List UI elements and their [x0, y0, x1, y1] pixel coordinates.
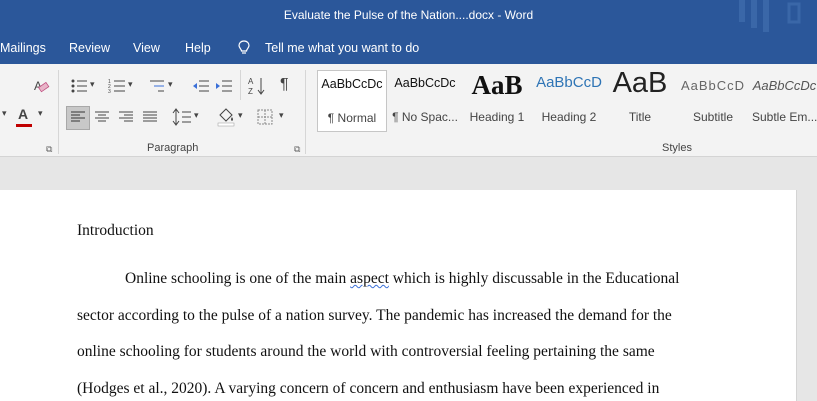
decrease-indent-icon[interactable] [192, 78, 210, 94]
borders-icon[interactable] [257, 109, 273, 125]
style-preview: AaB [471, 70, 523, 100]
style-name: Subtle Em... [752, 110, 817, 124]
style-name: Subtitle [692, 110, 734, 124]
svg-text:Z: Z [248, 87, 253, 96]
doc-heading: Introduction [77, 222, 154, 239]
style-preview: AaBbCcDc [321, 77, 383, 91]
text-run: Online schooling is one of the main [125, 270, 351, 287]
style-name: Title [628, 110, 652, 124]
style-subtle-emphasis[interactable]: AaBbCcDc Subtle Em... [752, 70, 817, 130]
chevron-down-icon[interactable]: ▾ [194, 110, 199, 121]
multilevel-list-icon[interactable] [148, 78, 166, 94]
align-right-icon[interactable] [118, 110, 134, 124]
style-preview: AaBbCcD [536, 74, 602, 91]
style-name: ¶ No Spac... [392, 110, 458, 124]
sort-icon[interactable]: AZ [248, 76, 266, 96]
style-name: Heading 2 [541, 110, 597, 124]
style-preview: AaBbCcDc [394, 76, 456, 90]
paragraph-dialog-launcher-icon[interactable]: ⧉ [294, 144, 300, 155]
chevron-down-icon[interactable]: ▾ [168, 79, 173, 90]
style-heading-1[interactable]: AaB Heading 1 [464, 70, 530, 130]
doc-paragraph-line: Online schooling is one of the main aspe… [125, 270, 679, 288]
ribbon-tabs: Mailings Review View Help Tell me what y… [0, 32, 817, 64]
line-spacing-icon[interactable] [172, 108, 192, 126]
doc-paragraph-line: online schooling for students around the… [77, 343, 655, 360]
clear-formatting-icon[interactable]: A [32, 78, 50, 94]
justify-icon[interactable] [142, 110, 158, 124]
align-left-icon [71, 111, 85, 122]
group-divider [58, 70, 59, 154]
style-preview: AaBbCcD [680, 78, 746, 93]
document-page[interactable]: Introduction Online schooling is one of … [0, 190, 797, 401]
style-normal[interactable]: AaBbCcDc ¶ Normal [317, 70, 387, 132]
style-preview: AaB [612, 67, 668, 99]
tab-mailings[interactable]: Mailings [0, 41, 46, 55]
style-subtitle[interactable]: AaBbCcD Subtitle [680, 70, 746, 130]
align-center-icon[interactable] [94, 110, 110, 124]
paragraph-group-label: Paragraph [147, 142, 199, 154]
lightbulb-icon [238, 40, 250, 54]
font-dialog-launcher-icon[interactable]: ⧉ [46, 144, 52, 155]
styles-gallery: AaBbCcDc ¶ Normal AaBbCcDc ¶ No Spac... … [316, 67, 817, 132]
font-color-bar [16, 124, 32, 127]
chevron-down-icon[interactable]: ▾ [90, 79, 95, 90]
style-name: ¶ Normal [327, 111, 377, 125]
style-preview: AaBbCcDc [752, 78, 817, 93]
text-run: which is highly discussable in the Educa… [388, 270, 680, 287]
style-heading-2[interactable]: AaBbCcD Heading 2 [536, 70, 602, 130]
chevron-down-icon[interactable]: ▾ [38, 108, 43, 119]
spelling-error-word[interactable]: aspect [350, 270, 389, 287]
chevron-down-icon[interactable]: ▾ [128, 79, 133, 90]
ribbon: A A ▾ ▾ ▾ 1 2 3 ▾ ▾ AZ ¶ ▾ ▾ ▾ Paragraph… [0, 64, 817, 157]
style-name: Heading 1 [469, 110, 525, 124]
numbering-icon[interactable]: 1 2 3 [108, 78, 126, 94]
doc-paragraph-line: (Hodges et al., 2020). A varying concern… [77, 380, 660, 397]
bullets-icon[interactable] [70, 78, 88, 94]
divider [240, 70, 241, 100]
chevron-down-icon[interactable]: ▾ [238, 110, 243, 121]
tab-help[interactable]: Help [185, 41, 211, 55]
doc-paragraph-line: sector according to the pulse of a natio… [77, 307, 672, 324]
chevron-down-icon[interactable]: ▾ [2, 108, 7, 119]
show-formatting-marks-icon[interactable]: ¶ [280, 76, 289, 94]
title-bar: Evaluate the Pulse of the Nation....docx… [0, 0, 817, 32]
shading-icon[interactable] [216, 107, 236, 127]
styles-group-label: Styles [662, 142, 692, 154]
chevron-down-icon[interactable]: ▾ [279, 110, 284, 121]
group-divider [305, 70, 306, 154]
svg-text:3: 3 [108, 89, 111, 94]
tab-view[interactable]: View [133, 41, 160, 55]
font-color-icon[interactable]: A [18, 106, 28, 122]
style-no-spacing[interactable]: AaBbCcDc ¶ No Spac... [390, 70, 460, 130]
style-title[interactable]: AaB Title [608, 67, 672, 130]
svg-text:A: A [248, 77, 254, 86]
title-bar-decoration [739, 0, 801, 32]
tell-me-search[interactable]: Tell me what you want to do [265, 41, 419, 55]
increase-indent-icon[interactable] [215, 78, 233, 94]
tab-review[interactable]: Review [69, 41, 110, 55]
window-title: Evaluate the Pulse of the Nation....docx… [283, 8, 534, 22]
